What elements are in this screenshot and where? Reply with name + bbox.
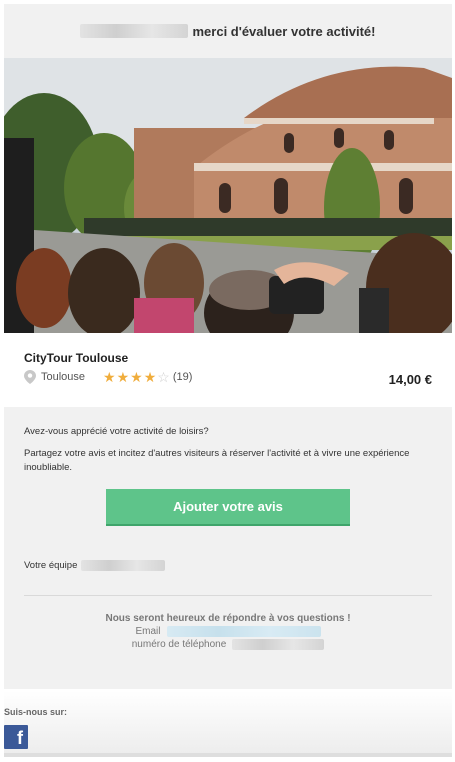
phone-label: numéro de téléphone bbox=[131, 639, 227, 650]
add-review-button[interactable]: Ajouter votre avis bbox=[106, 489, 350, 526]
contact-block: Nous seront heureux de répondre à vos qu… bbox=[24, 612, 432, 651]
map-pin-icon bbox=[24, 370, 36, 384]
team-signature: Votre équipe bbox=[24, 560, 432, 571]
team-label: Votre équipe bbox=[24, 560, 78, 571]
email-line: Email bbox=[24, 625, 432, 638]
rating-stars: ★ ★ ★ ★ ☆ bbox=[103, 370, 170, 384]
bottom-bar bbox=[4, 753, 452, 757]
follow-label: Suis-nous sur: bbox=[4, 707, 68, 717]
review-count: (19) bbox=[172, 371, 193, 383]
message-body: Avez-vous apprécié votre activité de loi… bbox=[4, 407, 452, 689]
redacted-phone-number bbox=[232, 639, 325, 650]
redacted-team-name bbox=[81, 560, 166, 571]
phone-line: numéro de téléphone bbox=[24, 638, 432, 651]
activity-price: 14,00 € bbox=[388, 372, 432, 387]
redacted-company-name bbox=[80, 24, 189, 38]
activity-summary: CityTour Toulouse Toulouse ★ ★ ★ ★ ☆ (19) 14… bbox=[4, 333, 452, 407]
facebook-icon[interactable]: f bbox=[4, 725, 28, 749]
email-label: Email bbox=[135, 626, 161, 637]
invite-text: Partagez votre avis et incitez d'autres … bbox=[24, 448, 410, 473]
contact-heading: Nous seront heureux de répondre à vos qu… bbox=[105, 613, 351, 624]
star-icon: ☆ bbox=[157, 369, 170, 385]
divider bbox=[24, 595, 432, 596]
star-icon: ★ bbox=[103, 369, 116, 385]
star-icon: ★ bbox=[143, 369, 157, 385]
star-icon: ★ bbox=[130, 369, 143, 385]
star-icon: ★ bbox=[116, 369, 130, 385]
redacted-email-link[interactable] bbox=[166, 626, 321, 637]
activity-photo bbox=[4, 58, 452, 333]
social-footer: Suis-nous sur: f bbox=[4, 691, 452, 753]
header-title: merci d'évaluer votre activité! bbox=[192, 23, 376, 39]
activity-name: CityTour Toulouse bbox=[24, 351, 129, 365]
activity-city: Toulouse bbox=[41, 371, 86, 383]
question-text: Avez-vous apprécié votre activité de loi… bbox=[24, 426, 209, 437]
email-header: merci d'évaluer votre activité! bbox=[4, 4, 452, 58]
email-card: merci d'évaluer votre activité! CityTour… bbox=[4, 4, 452, 757]
activity-meta: Toulouse ★ ★ ★ ★ ☆ (19) bbox=[24, 370, 432, 384]
